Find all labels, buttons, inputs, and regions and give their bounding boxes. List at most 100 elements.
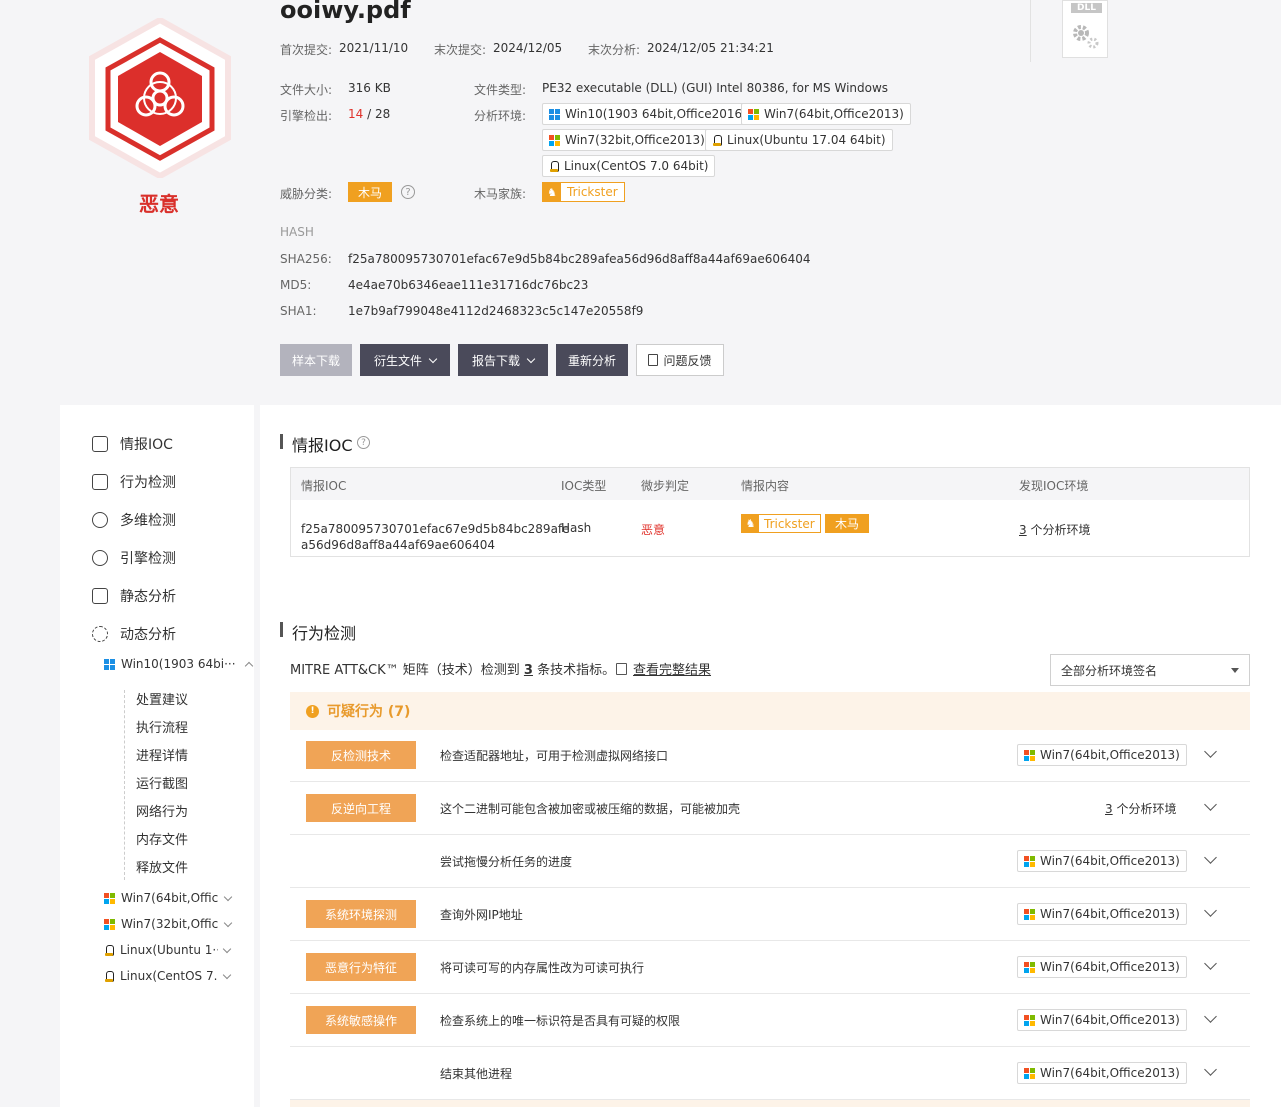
chevron-down-icon[interactable]: [1204, 851, 1217, 864]
env-tag[interactable]: Win7(64bit,Office2013): [741, 103, 911, 125]
sha256-value[interactable]: f25a780095730701efac67e9d5b84bc289afea56…: [348, 252, 811, 266]
behavior-row[interactable]: 尝试拖慢分析任务的进度 Win7(64bit,Office2013): [290, 835, 1250, 888]
last-submit-label: 末次提交:: [434, 43, 487, 57]
sidebar-sub-item[interactable]: 执行流程: [136, 717, 188, 736]
last-submit-value: 2024/12/05: [493, 41, 563, 55]
warning-icon: !: [306, 704, 319, 718]
chevron-down-icon[interactable]: [1204, 1063, 1217, 1076]
sidebar-item-static[interactable]: 静态分析: [92, 586, 176, 606]
engine-hits: 14: [348, 107, 364, 121]
sidebar-item-dynamic[interactable]: 动态分析: [92, 624, 176, 644]
sidebar-env-expanded[interactable]: Win10(1903 64bi···: [104, 657, 253, 671]
linux-icon: [549, 160, 559, 172]
linux-icon: [712, 134, 722, 146]
sidebar-env-collapsed[interactable]: Linux(CentOS 7.···: [104, 969, 232, 983]
behavior-desc: 尝试拖慢分析任务的进度: [440, 855, 573, 869]
sha1-value[interactable]: 1e7b9af799048e4112d2468323c5c147e20558f9: [348, 304, 643, 318]
static-list-icon: [92, 588, 108, 604]
ioc-col-header: 情报内容: [741, 479, 790, 493]
sidebar-item-multi[interactable]: 多维检测: [92, 510, 176, 530]
windows-icon: [1024, 961, 1035, 973]
sidebar-env-collapsed[interactable]: Win7(32bit,Offic···: [104, 917, 233, 931]
env-tag[interactable]: Win10(1903 64bit,Office2016): [542, 103, 754, 125]
sidebar-item-ioc[interactable]: 情报IOC: [92, 434, 173, 454]
linux-icon: [104, 970, 114, 982]
md5-label: MD5:: [280, 278, 312, 292]
env-signature-select[interactable]: 全部分析环境签名: [1050, 654, 1250, 686]
sub-tree-line: [124, 690, 125, 880]
behavior-summary: MITRE ATT&CK™ 矩阵（技术）检测到 3 条技术指标。: [290, 659, 615, 678]
sample-download-label: 样本下载: [291, 353, 340, 368]
sidebar-item-engine[interactable]: 引擎检测: [92, 548, 176, 568]
sidebar-env-collapsed[interactable]: Win7(64bit,Offic···: [104, 891, 233, 905]
sidebar-item-behavior[interactable]: 行为检测: [92, 472, 176, 492]
behavior-row[interactable]: 系统敏感操作 检查系统上的唯一标识符是否具有可疑的权限 Win7(64bit,O…: [290, 994, 1250, 1047]
sidebar-sub-item[interactable]: 运行截图: [136, 773, 188, 792]
behavior-tag: 系统环境探测: [306, 900, 416, 928]
family-tag[interactable]: ♞ Trickster: [542, 182, 625, 202]
chevron-down-icon[interactable]: [1204, 1010, 1217, 1023]
env-tag: Win7(64bit,Office2013): [1017, 1062, 1187, 1084]
summary-suffix: 条技术指标。: [537, 663, 616, 678]
sidebar-item-label: 动态分析: [120, 627, 176, 643]
windows-icon: [1024, 749, 1035, 761]
ioc-verdict: 恶意: [641, 523, 666, 537]
sidebar-sub-item[interactable]: 内存文件: [136, 829, 188, 848]
view-full-label: 查看完整结果: [633, 663, 712, 678]
linux-icon: [104, 944, 114, 956]
engine-icon: [92, 550, 108, 566]
sample-download-button[interactable]: 样本下载: [280, 344, 352, 376]
size-label: 文件大小:: [280, 83, 333, 97]
behavior-row[interactable]: 结束其他进程 Win7(64bit,Office2013): [290, 1047, 1250, 1100]
report-download-button[interactable]: 报告下载: [458, 344, 548, 376]
chevron-down-icon[interactable]: [1204, 957, 1217, 970]
ioc-family-tag[interactable]: ♞ Trickster: [741, 514, 821, 533]
chevron-down-icon[interactable]: [1204, 798, 1217, 811]
chevron-down-icon: [223, 918, 233, 927]
sidebar-sub-item[interactable]: 处置建议: [136, 689, 188, 708]
feedback-button[interactable]: 问题反馈: [636, 344, 724, 376]
env-tag-label: Win7(64bit,Office2013): [764, 107, 904, 121]
env-tag-label: Linux(CentOS 7.0 64bit): [564, 159, 709, 173]
view-full-link[interactable]: 查看完整结果: [616, 659, 711, 678]
env-count-suffix: 个分析环境: [1030, 523, 1091, 537]
behavior-row[interactable]: 反检测技术 检查适配器地址，可用于检测虚拟网络接口 Win7(64bit,Off…: [290, 729, 1250, 782]
feedback-icon: [648, 354, 659, 366]
md5-value[interactable]: 4e4ae70b6346eae111e31716dc76bc23: [348, 278, 588, 292]
sidebar-item-label: 引擎检测: [120, 551, 176, 567]
windows-icon: [1024, 1014, 1035, 1026]
behavior-row[interactable]: 反逆向工程 这个二进制可能包含被加密或被压缩的数据，可能被加壳 3 个分析环境: [290, 782, 1250, 835]
chevron-down-icon[interactable]: [1204, 904, 1217, 917]
sidebar-sub-item[interactable]: 进程详情: [136, 745, 188, 764]
env-count-number: 3: [1019, 523, 1027, 537]
first-submit-value: 2021/11/10: [339, 41, 409, 55]
sidebar-sub-item[interactable]: 释放文件: [136, 857, 188, 876]
chevron-down-icon: [223, 892, 233, 901]
env-tag[interactable]: Win7(32bit,Office2013): [542, 129, 712, 151]
sidebar-env-collapsed[interactable]: Linux(Ubuntu 1···: [104, 943, 232, 957]
ioc-col-header: 微步判定: [641, 479, 690, 493]
behavior-chart-icon: [92, 474, 108, 490]
behavior-row[interactable]: 恶意行为特征 将可读可写的内存属性改为可读可执行 Win7(64bit,Offi…: [290, 941, 1250, 994]
suspicious-header[interactable]: ! 可疑行为 (7): [290, 692, 1250, 730]
caret-down-icon: [1231, 668, 1239, 673]
windows-icon: [104, 892, 115, 904]
help-icon[interactable]: ?: [357, 436, 370, 449]
chevron-down-icon[interactable]: [1204, 745, 1217, 758]
ioc-section-title: 情报IOC: [292, 436, 353, 455]
select-value: 全部分析环境签名: [1061, 663, 1158, 678]
env-tag: Win7(64bit,Office2013): [1017, 850, 1187, 872]
env-tag[interactable]: Linux(CentOS 7.0 64bit): [542, 155, 716, 177]
behavior-row[interactable]: 系统环境探测 查询外网IP地址 Win7(64bit,Office2013): [290, 888, 1250, 941]
reanalyze-button[interactable]: 重新分析: [556, 344, 628, 376]
windows-icon: [1024, 855, 1035, 867]
engine-label: 引擎检出:: [280, 109, 333, 123]
ioc-value[interactable]: f25a780095730701efac67e9d5b84bc289afe a5…: [301, 521, 570, 553]
help-icon[interactable]: ?: [401, 185, 415, 199]
ioc-env-count[interactable]: 3 个分析环境: [1019, 521, 1090, 538]
verdict-label: 恶意: [139, 192, 179, 216]
env-tag[interactable]: Linux(Ubuntu 17.04 64bit): [705, 129, 893, 151]
sidebar-sub-item[interactable]: 网络行为: [136, 801, 188, 820]
derived-files-button[interactable]: 衍生文件: [360, 344, 450, 376]
ioc-value-line: a56d96d8aff8a44af69ae606404: [301, 538, 496, 552]
